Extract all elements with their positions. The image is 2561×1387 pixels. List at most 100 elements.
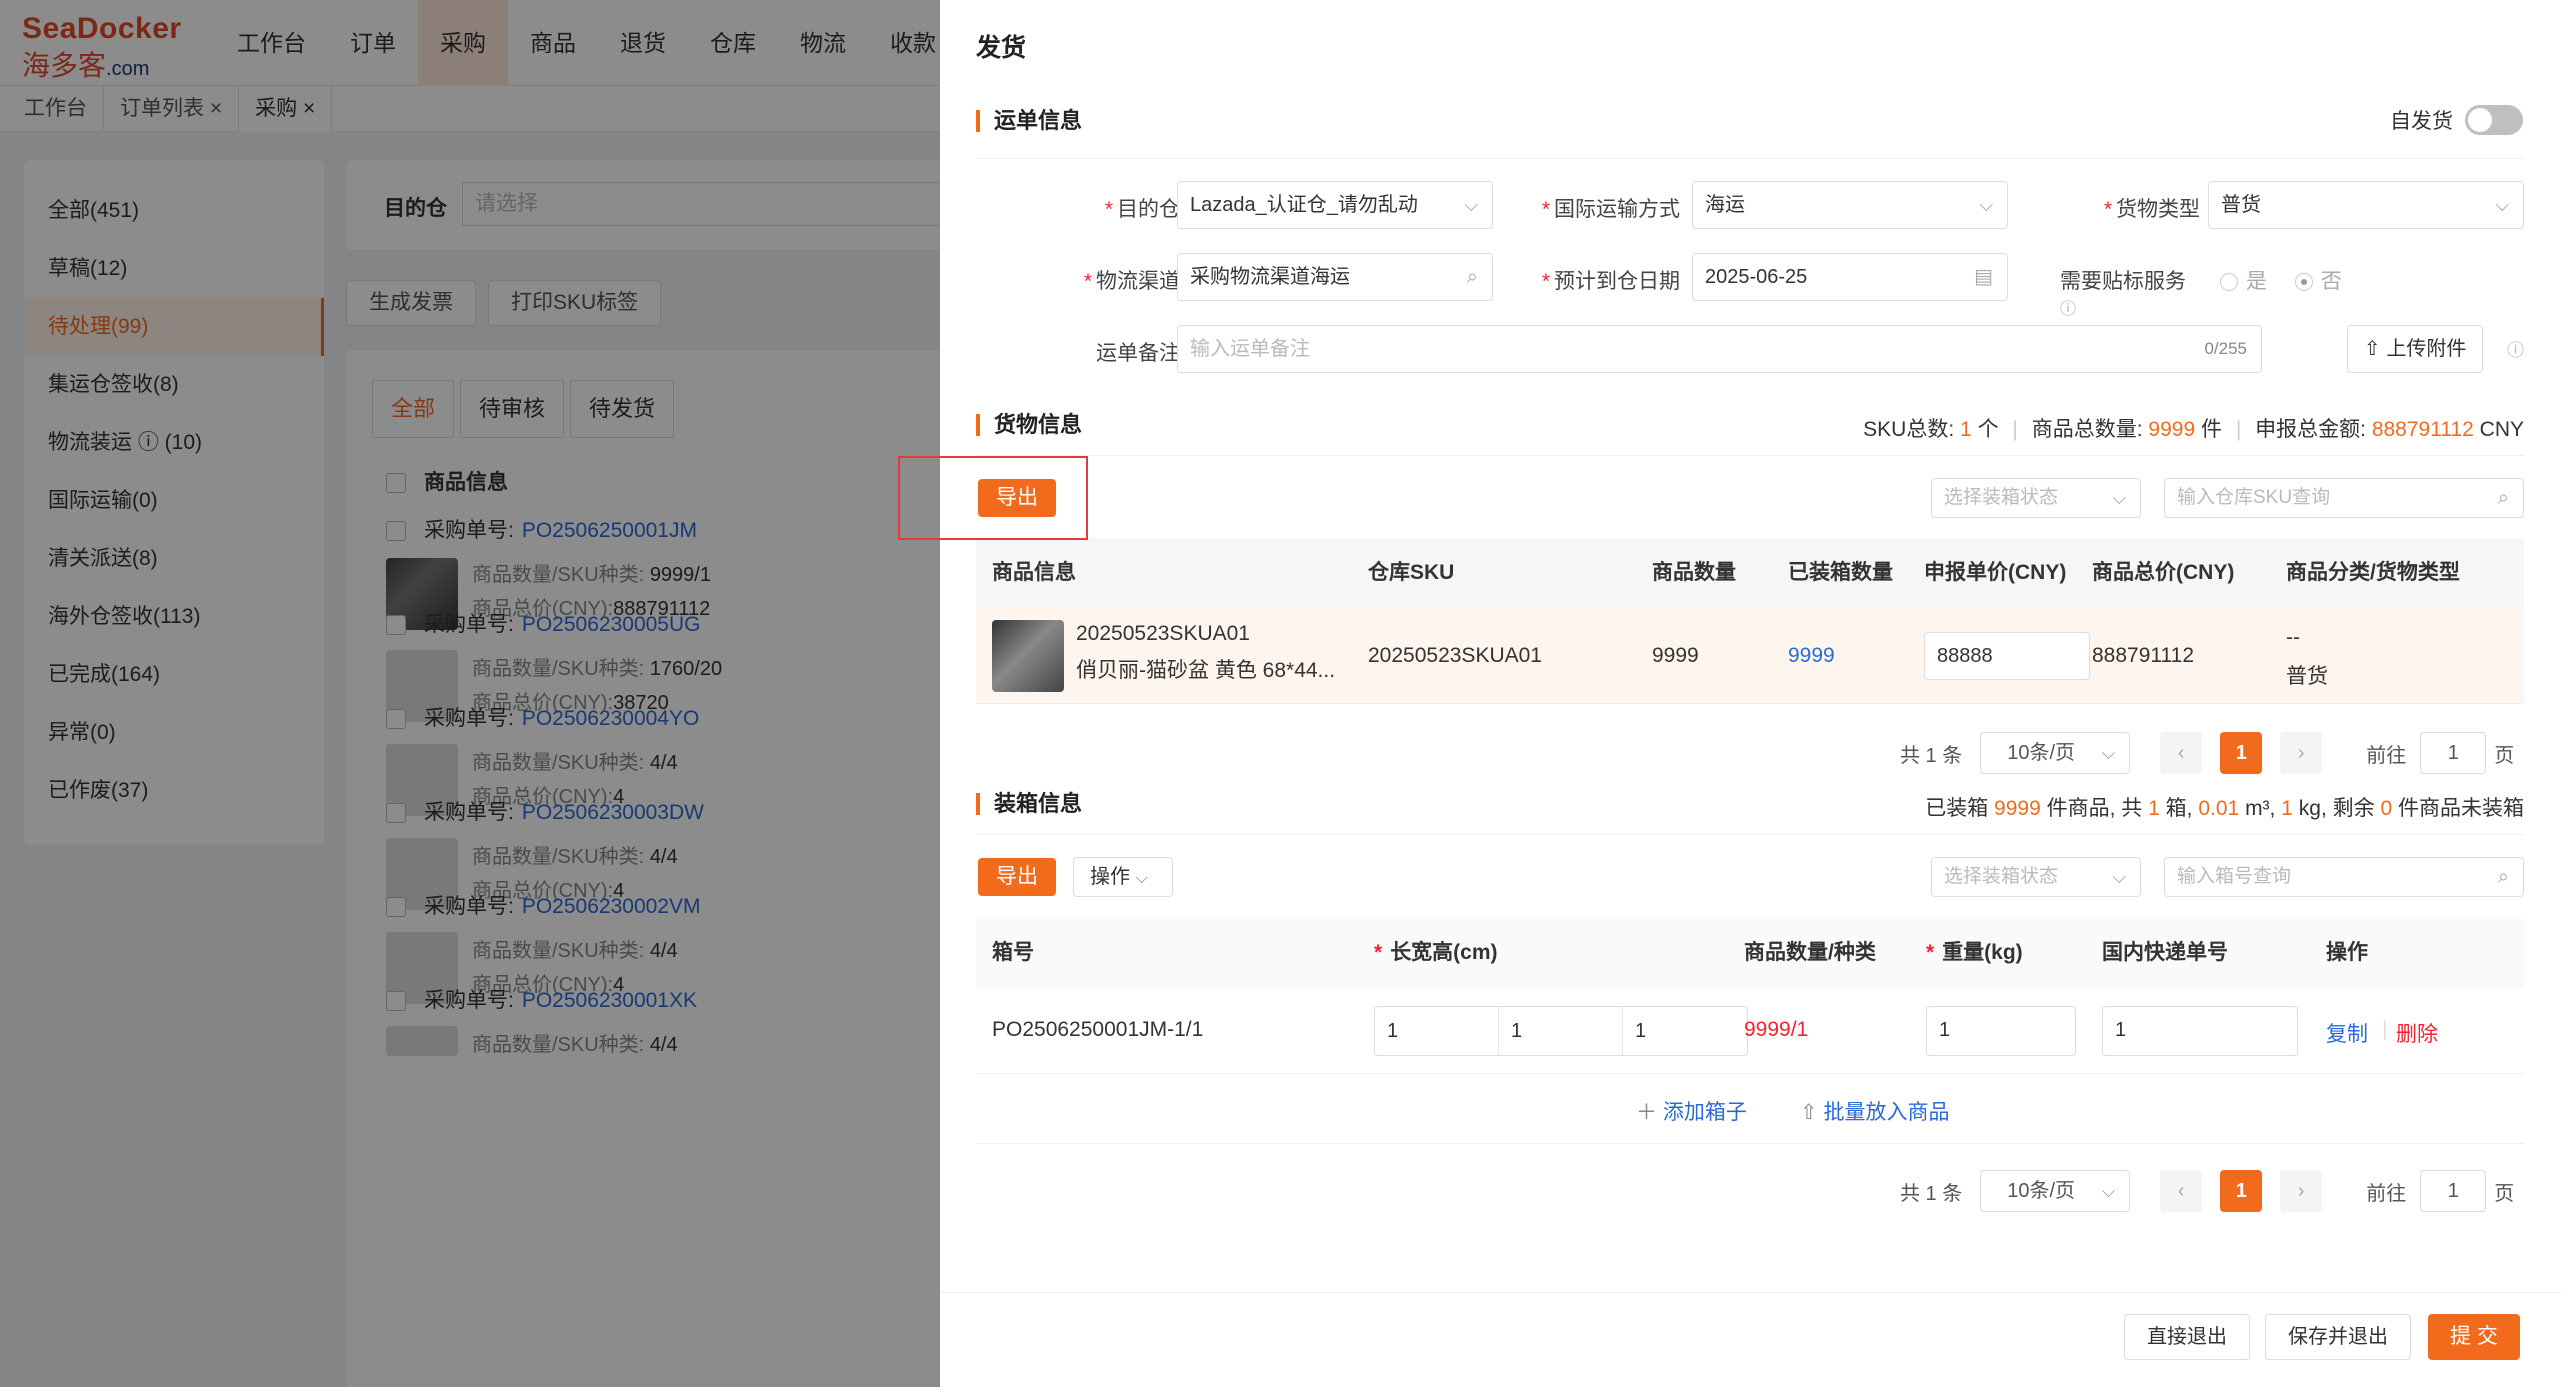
dest-warehouse-select[interactable]: Lazada_认证仓_请勿乱动 ⌵ xyxy=(1177,181,1493,229)
length-input[interactable]: 1 xyxy=(1375,1007,1499,1055)
info-icon: ⓘ xyxy=(2060,301,2077,318)
goto-page-input[interactable]: 1 xyxy=(2420,1170,2487,1212)
section-waybill: 运单信息 xyxy=(976,110,1082,132)
goods-summary: SKU总数: 1 个 | 商品总数量: 9999 件 | 申报总金额: 8887… xyxy=(1863,418,2524,441)
remark-label: 运单备注 xyxy=(1096,342,1180,365)
table-row: 20250523SKUA01 俏贝丽-猫砂盆 黄色 68*44... 20250… xyxy=(976,608,2524,704)
col-unit-price: 申报单价(CNY) xyxy=(1924,561,2067,584)
goto-label: 前往 xyxy=(2366,744,2407,767)
page-unit: 页 xyxy=(2494,744,2515,767)
warehouse-sku: 20250523SKUA01 xyxy=(1368,644,1542,667)
eta-label: * 预计到仓日期 xyxy=(1541,270,1680,293)
total-count: 共 1 条 xyxy=(1900,744,1963,767)
eta-date-picker[interactable]: 2025-06-25 ▤ xyxy=(1692,253,2008,301)
table-row: PO2506250001JM-1/1 1 1 1 9999/1 1 1 复制 |… xyxy=(976,988,2524,1074)
goto-label: 前往 xyxy=(2366,1182,2407,1205)
batch-add-button[interactable]: ⇧ 批量放入商品 xyxy=(1800,1096,1949,1126)
weight-input[interactable]: 1 xyxy=(1926,1006,2076,1056)
drawer-title: 发货 xyxy=(976,34,1027,62)
upload-icon: ⇧ xyxy=(1800,1101,1818,1124)
copy-link[interactable]: 复制 xyxy=(2326,1018,2368,1048)
col-box-qty: 商品数量/种类 xyxy=(1744,941,1876,964)
goto-page-input[interactable]: 1 xyxy=(2420,732,2487,774)
channel-label: * 物流渠道 xyxy=(1083,270,1180,293)
label-service-radio-group: 是 否 xyxy=(2220,265,2420,295)
chevron-down-icon: ⌵ xyxy=(2101,743,2116,763)
packing-pagination: 共 1 条 10条/页 ⌵ ‹ 1 › 前往 1 页 xyxy=(1900,1170,2514,1212)
intl-transport-select[interactable]: 海运 ⌵ xyxy=(1692,181,2008,229)
chevron-down-icon: ⌵ xyxy=(1979,195,1993,215)
self-ship-toggle-group: 自发货 xyxy=(2390,105,2523,135)
intl-transport-label: * 国际运输方式 xyxy=(1541,198,1680,221)
section-packing: 装箱信息 xyxy=(976,793,1082,815)
goods-status-select[interactable]: 选择装箱状态 ⌵ xyxy=(1931,478,2141,518)
chevron-down-icon: ⌵ xyxy=(2112,867,2126,887)
col-total: 商品总价(CNY) xyxy=(2092,561,2235,584)
submit-button[interactable]: 提 交 xyxy=(2428,1314,2520,1360)
chevron-down-icon: ⌵ xyxy=(2495,195,2509,215)
drawer-footer: 直接退出 保存并退出 提 交 xyxy=(940,1292,2561,1387)
cargo-type: 普货 xyxy=(2286,665,2328,688)
sku-search-input[interactable]: 输入仓库SKU查询 ⌕ xyxy=(2164,478,2524,518)
col-packed: 已装箱数量 xyxy=(1788,561,1893,584)
box-number: PO2506250001JM-1/1 xyxy=(992,1018,1204,1041)
dimensions-input-group: 1 1 1 xyxy=(1374,1006,1748,1056)
prev-page-button[interactable]: ‹ xyxy=(2160,732,2203,774)
page-1-button[interactable]: 1 xyxy=(2220,732,2263,774)
ship-drawer: 发货 运单信息 自发货 * 目的仓 Lazada_认证仓_请勿乱动 ⌵ * 国际运输方… xyxy=(940,0,2561,1387)
info-icon: ⓘ xyxy=(2507,341,2524,360)
page-1-button[interactable]: 1 xyxy=(2220,1170,2263,1212)
prev-page-button[interactable]: ‹ xyxy=(2160,1170,2203,1212)
col-operation: 操作 xyxy=(2326,941,2368,964)
search-icon: ⌕ xyxy=(2497,487,2509,509)
channel-input[interactable]: 采购物流渠道海运 ⌕ xyxy=(1177,253,1493,301)
col-qty: 商品数量 xyxy=(1652,561,1736,584)
char-counter: 0/255 xyxy=(2204,339,2247,358)
label-service-label: 需要贴标服务 ⓘ xyxy=(2060,270,2186,318)
box-qty: 9999/1 xyxy=(1744,1018,1809,1041)
divider xyxy=(976,834,2524,835)
packing-table-header: 箱号 * 长宽高(cm) 商品数量/种类 * 重量(kg) 国内快递单号 操作 xyxy=(976,918,2524,988)
chevron-down-icon: ⌵ xyxy=(2112,488,2126,508)
save-exit-button[interactable]: 保存并退出 xyxy=(2265,1314,2411,1360)
upload-attachment-button[interactable]: ⇧ 上传附件 xyxy=(2347,325,2484,373)
box-search-input[interactable]: 输入箱号查询 ⌕ xyxy=(2164,857,2524,897)
exit-button[interactable]: 直接退出 xyxy=(2124,1314,2250,1360)
plus-icon: ＋ xyxy=(1636,1101,1657,1124)
packing-export-button[interactable]: 导出 xyxy=(978,858,1056,896)
chevron-down-icon: ⌵ xyxy=(1135,870,1148,887)
search-icon: ⌕ xyxy=(2497,866,2509,888)
col-warehouse-sku: 仓库SKU xyxy=(1368,561,1455,584)
goods-qty: 9999 xyxy=(1652,644,1699,667)
add-box-button[interactable]: ＋ 添加箱子 xyxy=(1636,1096,1747,1126)
tracking-input[interactable]: 1 xyxy=(2102,1006,2298,1056)
search-icon: ⌕ xyxy=(1466,266,1478,288)
page-size-select[interactable]: 10条/页 ⌵ xyxy=(1980,1170,2131,1212)
next-page-button[interactable]: › xyxy=(2280,732,2323,774)
col-product-info: 商品信息 xyxy=(992,561,1076,584)
col-category: 商品分类/货物类型 xyxy=(2286,561,2460,584)
packing-status-select[interactable]: 选择装箱状态 ⌵ xyxy=(1931,857,2141,897)
goods-pagination: 共 1 条 10条/页 ⌵ ‹ 1 › 前往 1 页 xyxy=(1900,732,2514,774)
goods-total: 888791112 xyxy=(2092,644,2194,667)
packed-qty-link[interactable]: 9999 xyxy=(1788,644,1835,668)
page-size-select[interactable]: 10条/页 ⌵ xyxy=(1980,732,2131,774)
next-page-button[interactable]: › xyxy=(2280,1170,2323,1212)
height-input[interactable]: 1 xyxy=(1623,1007,1747,1055)
col-tracking: 国内快递单号 xyxy=(2102,941,2228,964)
col-weight: * 重量(kg) xyxy=(1926,941,2023,964)
remark-input[interactable]: 输入运单备注 0/255 xyxy=(1177,325,2262,373)
total-count: 共 1 条 xyxy=(1900,1182,1963,1205)
width-input[interactable]: 1 xyxy=(1499,1007,1623,1055)
divider xyxy=(976,158,2524,159)
cargo-type-select[interactable]: 普货 ⌵ xyxy=(2208,181,2524,229)
radio-no[interactable] xyxy=(2294,273,2313,292)
calendar-icon: ▤ xyxy=(1974,266,1993,288)
operate-dropdown[interactable]: 操作 ⌵ xyxy=(1073,857,1173,897)
unit-price-input[interactable]: 88888 xyxy=(1924,632,2090,680)
delete-link[interactable]: 删除 xyxy=(2396,1018,2438,1048)
radio-yes[interactable] xyxy=(2220,273,2238,292)
upload-icon: ⇧ xyxy=(2364,338,2381,360)
self-ship-toggle[interactable] xyxy=(2465,105,2523,135)
product-name: 俏贝丽-猫砂盆 黄色 68*44... xyxy=(1076,659,1336,682)
